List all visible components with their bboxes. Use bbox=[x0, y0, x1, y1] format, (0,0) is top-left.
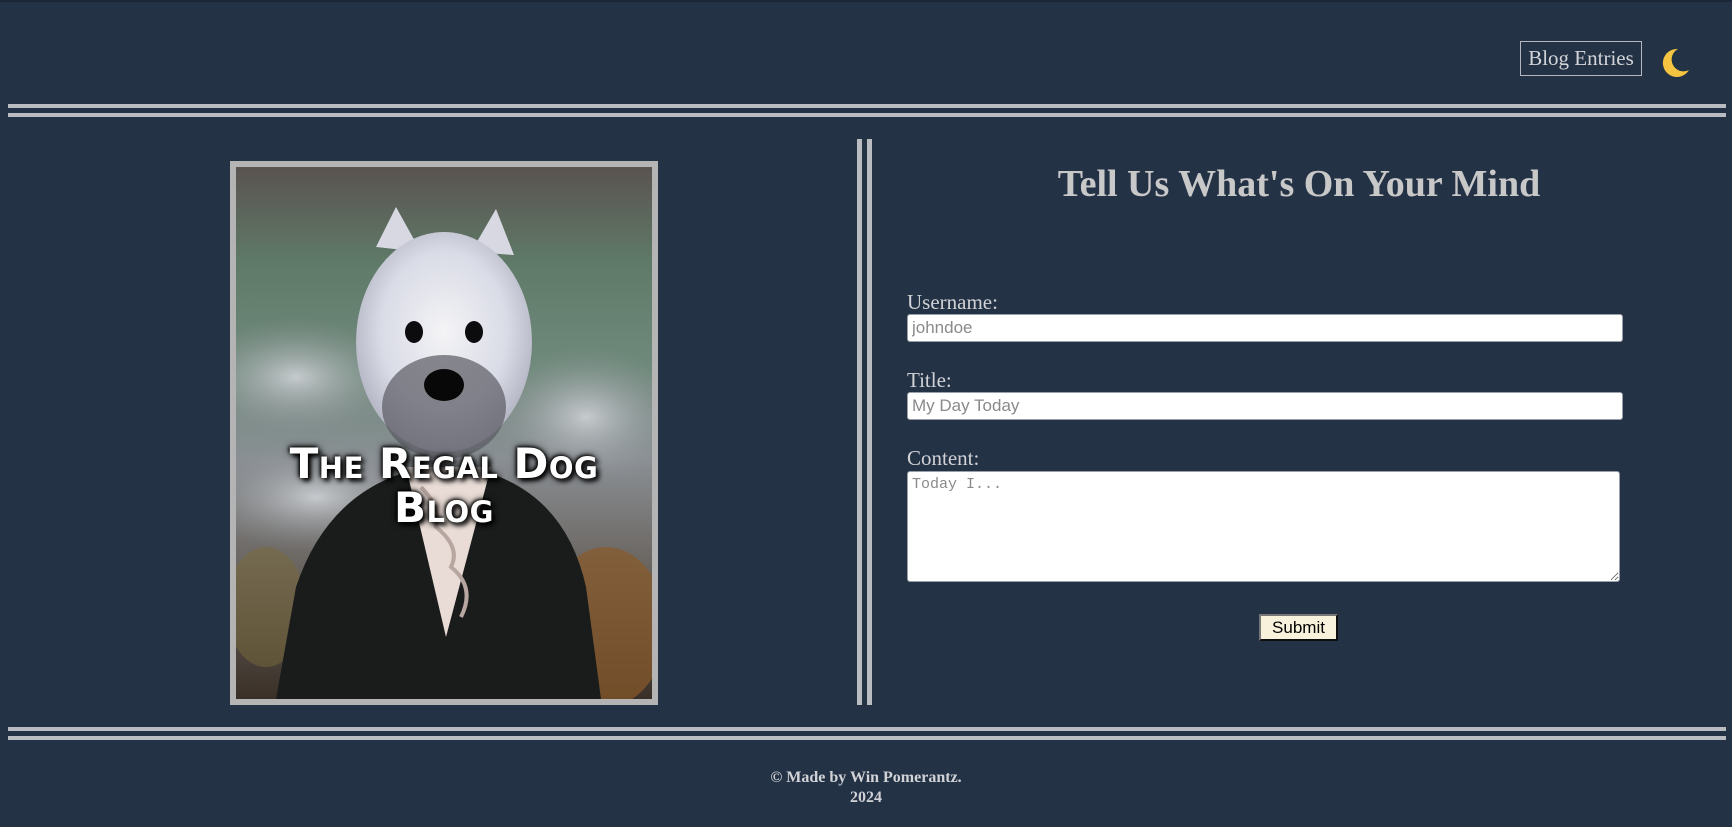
vertical-divider bbox=[857, 139, 872, 705]
moon-icon[interactable] bbox=[1658, 46, 1692, 80]
footer-divider bbox=[8, 727, 1726, 740]
footer-year: 2024 bbox=[850, 789, 882, 806]
portrait-title-line1: The Regal Dog bbox=[289, 439, 599, 488]
site-footer: © Made by Win Pomerantz. 2024 bbox=[0, 768, 1732, 808]
username-label: Username: bbox=[907, 290, 998, 314]
site-header: Blog Entries bbox=[0, 0, 1732, 100]
title-input[interactable] bbox=[907, 392, 1623, 420]
footer-credit: © Made by Win Pomerantz. bbox=[770, 769, 962, 786]
header-divider bbox=[8, 104, 1726, 117]
submit-button[interactable]: Submit bbox=[1259, 614, 1338, 641]
portrait-title-line2: Blog bbox=[394, 483, 494, 532]
dog-portrait-image: The Regal Dog Blog bbox=[230, 161, 658, 705]
portrait-title-overlay: The Regal Dog Blog bbox=[236, 442, 652, 530]
content-textarea[interactable] bbox=[907, 471, 1620, 582]
content-label: Content: bbox=[907, 446, 980, 470]
username-input[interactable] bbox=[907, 314, 1623, 342]
blog-entries-link[interactable]: Blog Entries bbox=[1520, 41, 1642, 76]
form-heading: Tell Us What's On Your Mind bbox=[1057, 163, 1541, 205]
title-label: Title: bbox=[907, 368, 952, 392]
